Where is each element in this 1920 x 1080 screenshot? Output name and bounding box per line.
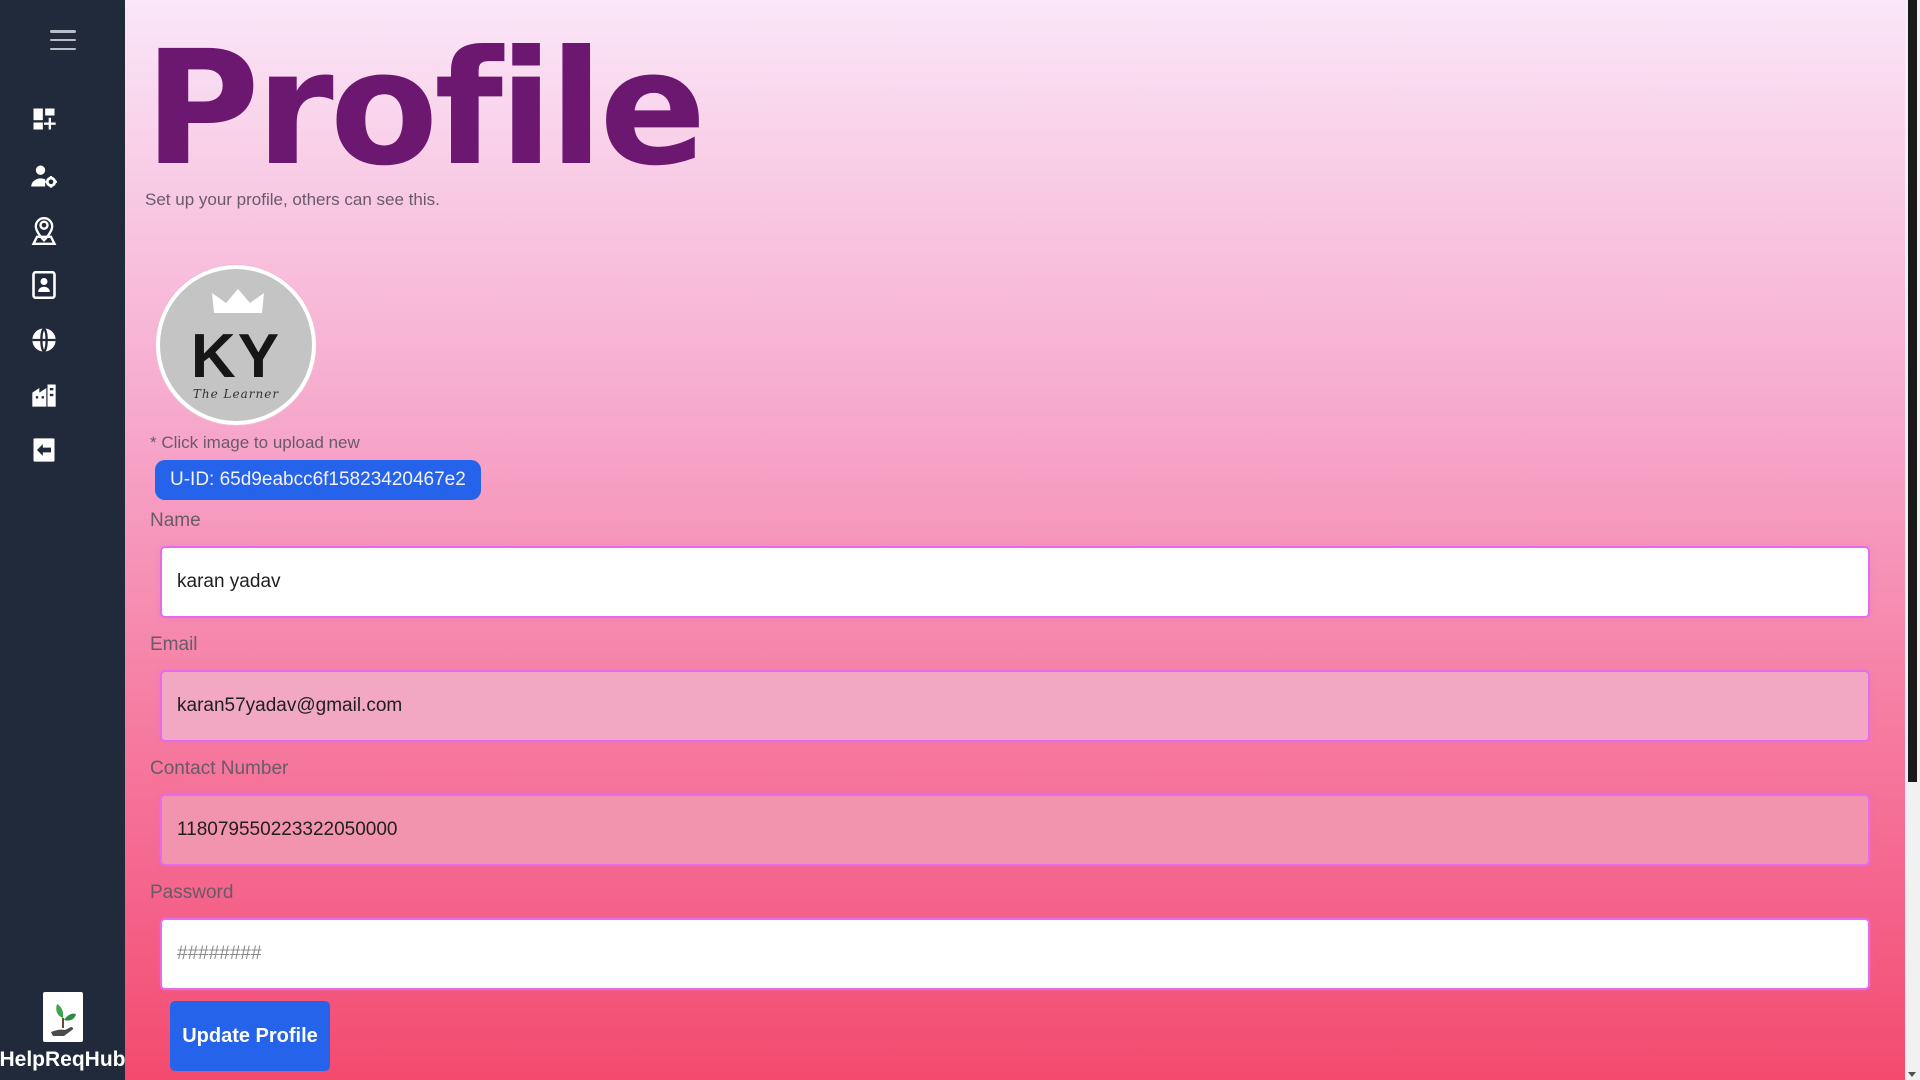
upload-hint: * Click image to upload new [150, 433, 360, 452]
uid-badge: U-ID: 65d9eabcc6f15823420467e2 [155, 460, 481, 500]
crown-icon [212, 289, 264, 313]
avatar[interactable]: KY The Learner [156, 265, 316, 425]
brand[interactable]: HelpReqHub [0, 992, 126, 1072]
scrollbar[interactable] [1905, 0, 1920, 1080]
location-person-icon[interactable] [29, 216, 59, 246]
avatar-caption: The Learner [192, 387, 280, 401]
page-title: Profile [144, 17, 706, 201]
plant-hand-logo-icon [42, 992, 83, 1042]
name-label: Name [150, 510, 201, 531]
sidebar: HelpReqHub [0, 0, 126, 1080]
logout-arrow-icon[interactable] [29, 435, 59, 465]
building-icon[interactable] [29, 380, 59, 410]
email-input[interactable] [160, 670, 1870, 742]
page-subtitle: Set up your profile, others can see this… [145, 190, 440, 209]
avatar-image: KY The Learner [160, 269, 312, 421]
password-input[interactable] [160, 918, 1870, 990]
email-label: Email [150, 634, 198, 655]
contact-card-icon[interactable] [29, 270, 59, 300]
user-settings-icon[interactable] [29, 161, 59, 191]
main-content: Profile Set up your profile, others can … [125, 0, 1905, 1080]
update-profile-button[interactable]: Update Profile [170, 1001, 330, 1071]
contact-number-input[interactable] [160, 794, 1870, 866]
scroll-down-arrow-icon[interactable] [1908, 1072, 1916, 1077]
hamburger-menu-icon[interactable] [50, 30, 76, 50]
brand-name: HelpReqHub [0, 1048, 126, 1071]
scrollbar-thumb[interactable] [1908, 0, 1917, 782]
password-label: Password [150, 882, 234, 903]
contact-label: Contact Number [150, 758, 289, 779]
globe-icon[interactable] [29, 325, 59, 355]
dashboard-add-icon[interactable] [29, 104, 59, 134]
name-input[interactable] [160, 546, 1870, 618]
avatar-initials: KY [190, 322, 282, 391]
